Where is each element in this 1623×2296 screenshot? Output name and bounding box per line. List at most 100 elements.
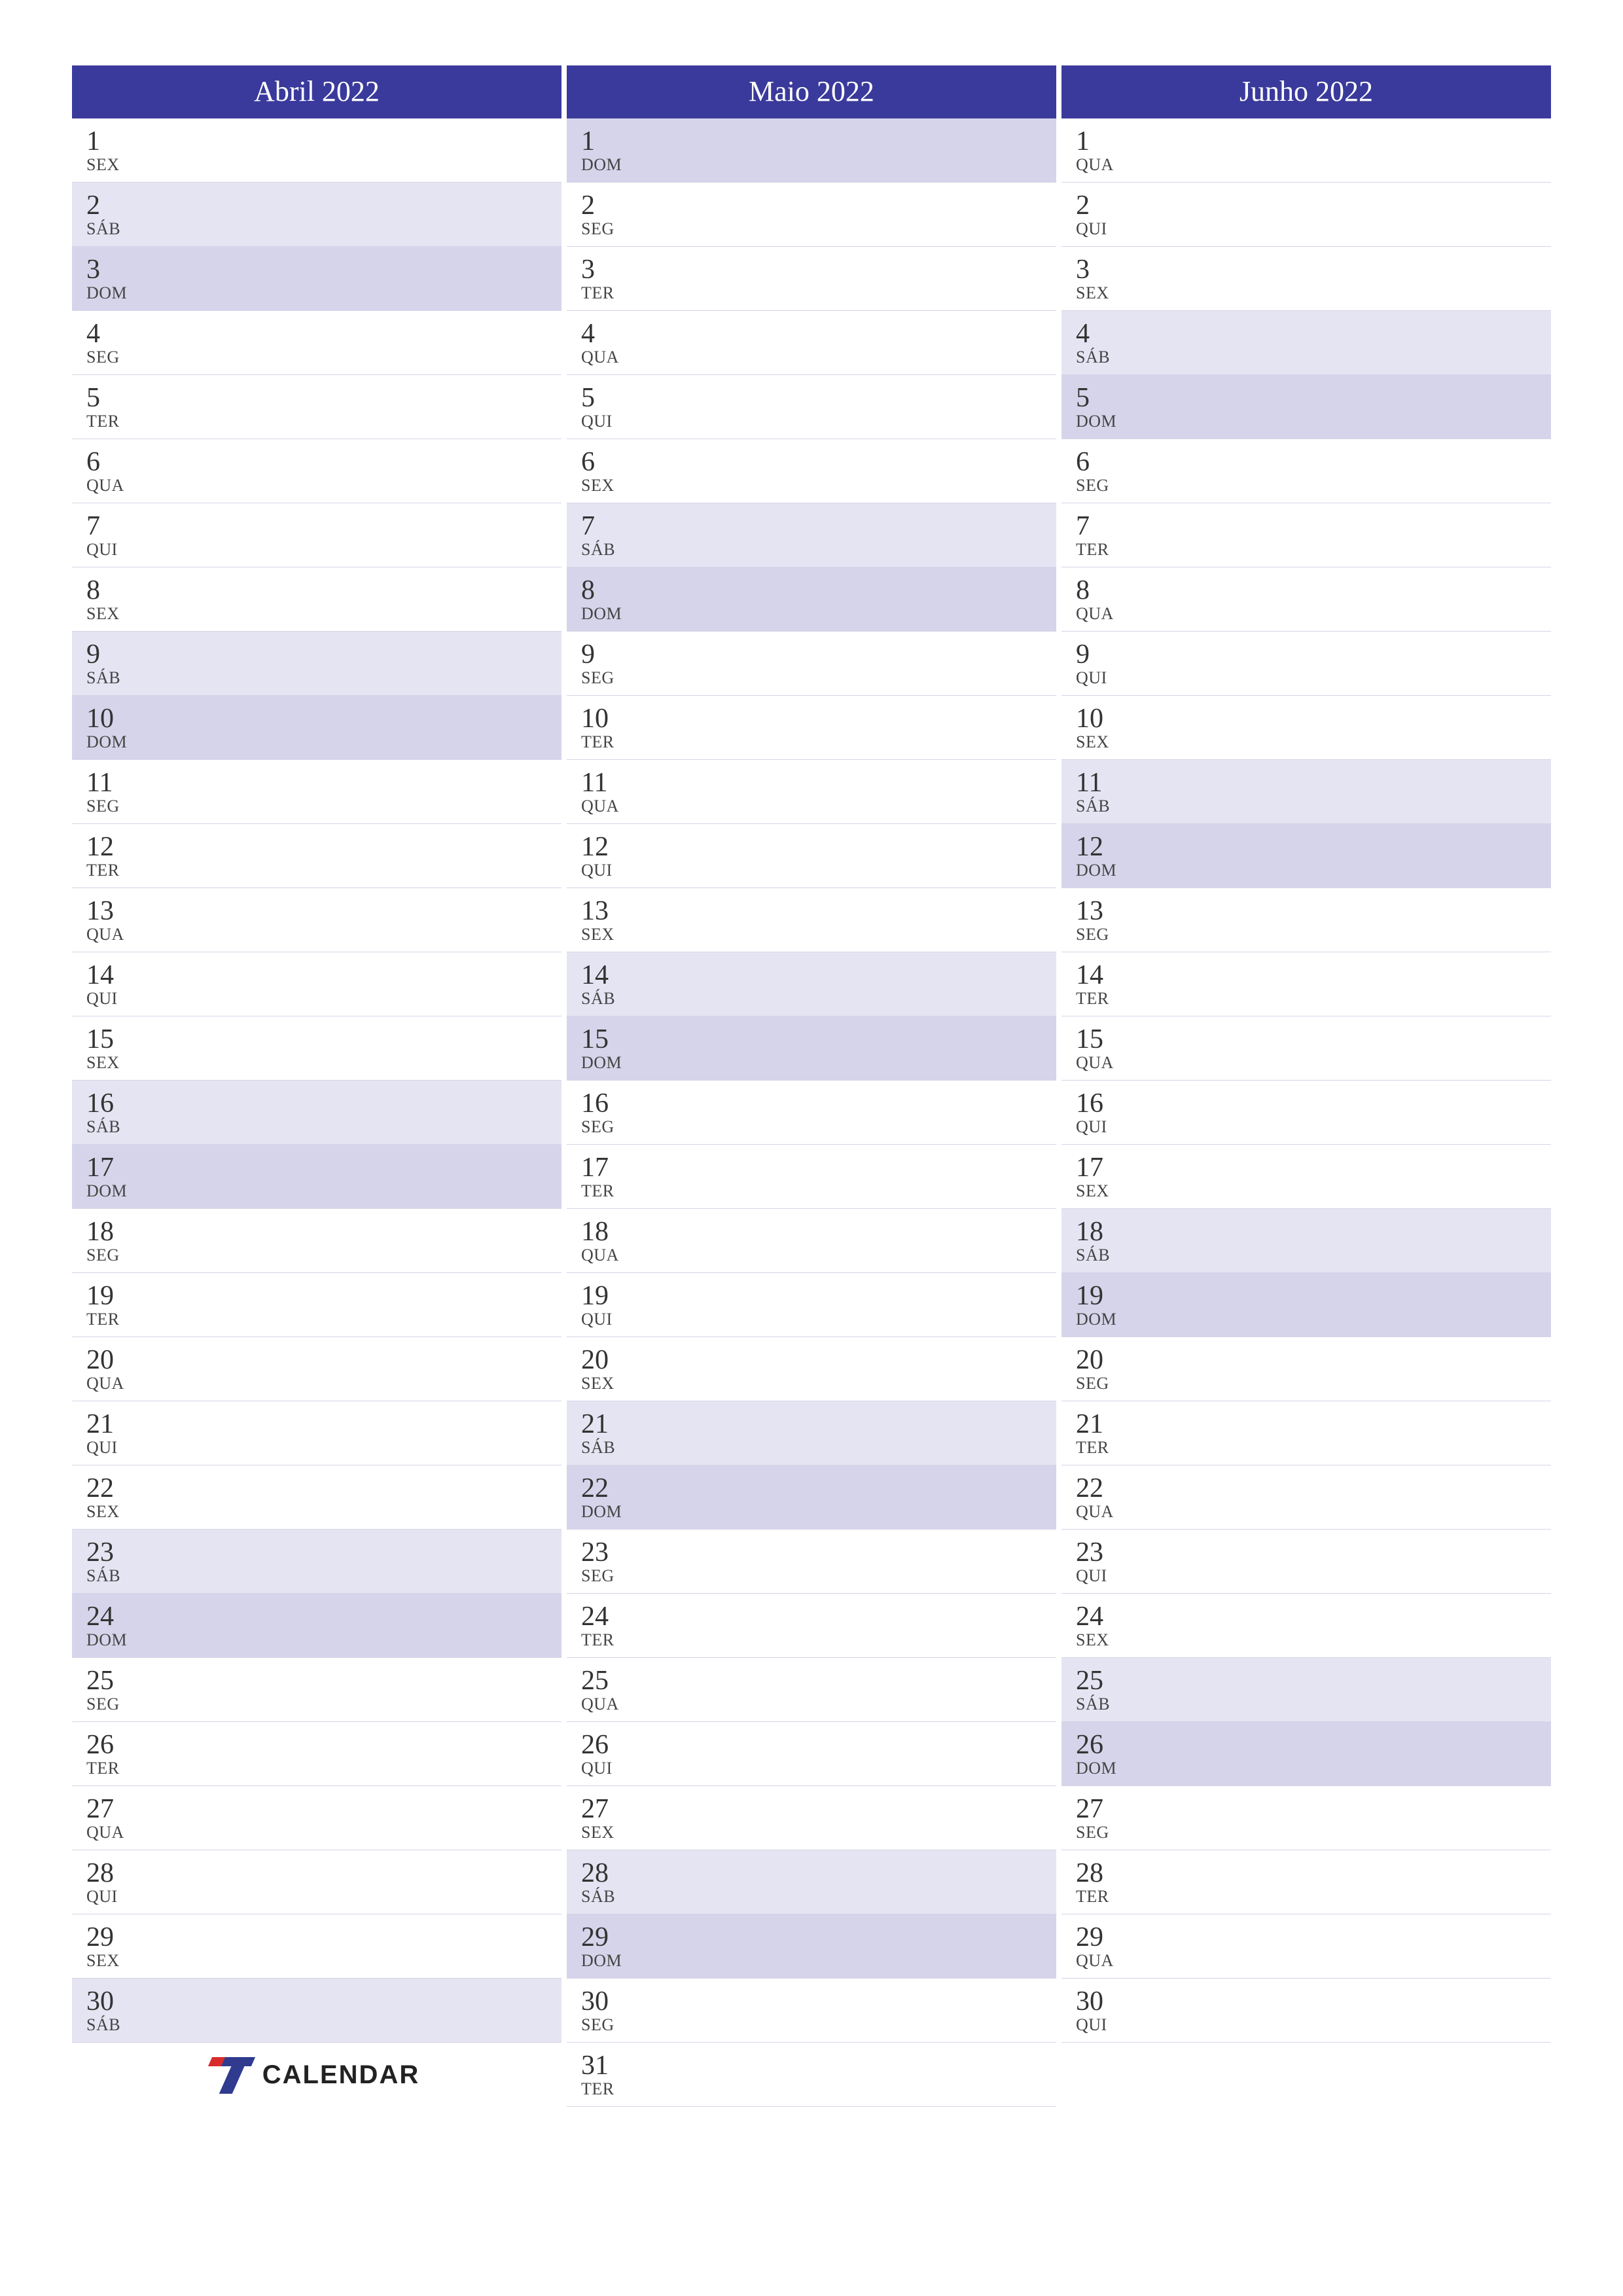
day-cell: 20SEX	[567, 1337, 1056, 1401]
day-cell: 3DOM	[72, 247, 562, 311]
day-cell: 23SEG	[567, 1530, 1056, 1594]
day-number: 22	[581, 1474, 1056, 1503]
brand-text: CALENDAR	[262, 2060, 419, 2090]
days-list: 1DOM2SEG3TER4QUA5QUI6SEX7SÁB8DOM9SEG10TE…	[567, 118, 1056, 2107]
day-cell: 18SEG	[72, 1209, 562, 1273]
day-weekday: SEG	[581, 1118, 1056, 1137]
day-cell: 21SÁB	[567, 1401, 1056, 1465]
day-weekday: QUI	[581, 412, 1056, 431]
day-cell: 19DOM	[1061, 1273, 1551, 1337]
day-number: 12	[86, 833, 562, 861]
day-number: 2	[86, 191, 562, 220]
day-weekday: SÁB	[86, 669, 562, 688]
day-number: 22	[1076, 1474, 1551, 1503]
day-number: 6	[86, 448, 562, 476]
day-cell: 30SÁB	[72, 1979, 562, 2043]
day-cell: 11QUA	[567, 760, 1056, 824]
day-number: 10	[1076, 704, 1551, 733]
day-weekday: SEX	[581, 925, 1056, 944]
day-number: 24	[1076, 1602, 1551, 1631]
day-cell: 14QUI	[72, 952, 562, 1016]
day-number: 12	[581, 833, 1056, 861]
day-number: 25	[86, 1666, 562, 1695]
day-weekday: QUA	[581, 348, 1056, 367]
day-cell: 28TER	[1061, 1850, 1551, 1914]
day-weekday: SÁB	[86, 2016, 562, 2035]
day-number: 9	[581, 640, 1056, 669]
day-number: 29	[86, 1923, 562, 1952]
day-weekday: SEX	[86, 1952, 562, 1971]
day-number: 19	[581, 1282, 1056, 1310]
day-cell: 18QUA	[567, 1209, 1056, 1273]
day-weekday: QUA	[581, 1695, 1056, 1714]
day-number: 9	[86, 640, 562, 669]
day-cell: 24TER	[567, 1594, 1056, 1658]
day-weekday: DOM	[86, 1631, 562, 1650]
day-cell: 4SÁB	[1061, 311, 1551, 375]
day-cell: 12TER	[72, 824, 562, 888]
day-weekday: SEX	[581, 476, 1056, 495]
day-weekday: QUA	[1076, 1952, 1551, 1971]
day-weekday: SEG	[86, 1246, 562, 1265]
day-cell: 9QUI	[1061, 632, 1551, 696]
day-weekday: QUI	[86, 541, 562, 560]
day-cell: 22SEX	[72, 1465, 562, 1530]
day-cell: 10TER	[567, 696, 1056, 760]
day-cell: 29SEX	[72, 1914, 562, 1979]
day-number: 23	[86, 1538, 562, 1567]
day-weekday: SEG	[581, 220, 1056, 239]
day-cell: 17DOM	[72, 1145, 562, 1209]
day-cell: 29QUA	[1061, 1914, 1551, 1979]
day-cell: 11SÁB	[1061, 760, 1551, 824]
day-number: 6	[1076, 448, 1551, 476]
day-cell: 14TER	[1061, 952, 1551, 1016]
day-weekday: TER	[1076, 1888, 1551, 1907]
day-weekday: QUI	[1076, 1567, 1551, 1586]
day-weekday: SEX	[86, 1503, 562, 1522]
day-cell: 2QUI	[1061, 183, 1551, 247]
day-weekday: SÁB	[581, 1439, 1056, 1458]
brand-logo: CALENDAR	[72, 2043, 562, 2107]
day-cell: 4SEG	[72, 311, 562, 375]
day-cell: 21TER	[1061, 1401, 1551, 1465]
day-number: 11	[1076, 768, 1551, 797]
day-cell: 23QUI	[1061, 1530, 1551, 1594]
day-cell: 5QUI	[567, 375, 1056, 439]
day-weekday: QUA	[1076, 156, 1551, 175]
day-number: 7	[581, 512, 1056, 541]
day-number: 13	[86, 897, 562, 925]
month-header: Maio 2022	[567, 65, 1056, 118]
day-number: 5	[86, 384, 562, 412]
day-number: 10	[581, 704, 1056, 733]
day-cell: 23SÁB	[72, 1530, 562, 1594]
day-number: 15	[581, 1025, 1056, 1054]
day-cell: 16QUI	[1061, 1081, 1551, 1145]
day-number: 14	[86, 961, 562, 990]
day-number: 5	[581, 384, 1056, 412]
day-weekday: SEX	[1076, 1631, 1551, 1650]
day-weekday: QUA	[1076, 1054, 1551, 1073]
day-weekday: SEG	[1076, 476, 1551, 495]
month-column-abril: Abril 2022 1SEX2SÁB3DOM4SEG5TER6QUA7QUI8…	[72, 65, 562, 2107]
day-cell: 15QUA	[1061, 1016, 1551, 1081]
day-number: 7	[1076, 512, 1551, 541]
day-weekday: SEG	[86, 797, 562, 816]
day-number: 26	[86, 1731, 562, 1759]
day-cell: 27SEG	[1061, 1786, 1551, 1850]
day-weekday: SEX	[581, 1374, 1056, 1393]
day-number: 11	[86, 768, 562, 797]
day-number: 26	[581, 1731, 1056, 1759]
day-number: 15	[86, 1025, 562, 1054]
day-number: 23	[1076, 1538, 1551, 1567]
day-number: 24	[86, 1602, 562, 1631]
day-weekday: TER	[86, 861, 562, 880]
day-cell: 25SÁB	[1061, 1658, 1551, 1722]
day-cell: 30QUI	[1061, 1979, 1551, 2043]
day-weekday: QUI	[86, 990, 562, 1009]
day-cell: 13SEG	[1061, 888, 1551, 952]
day-number: 3	[581, 255, 1056, 284]
day-weekday: SÁB	[86, 220, 562, 239]
month-header: Junho 2022	[1061, 65, 1551, 118]
day-number: 1	[1076, 127, 1551, 156]
day-weekday: DOM	[1076, 1759, 1551, 1778]
